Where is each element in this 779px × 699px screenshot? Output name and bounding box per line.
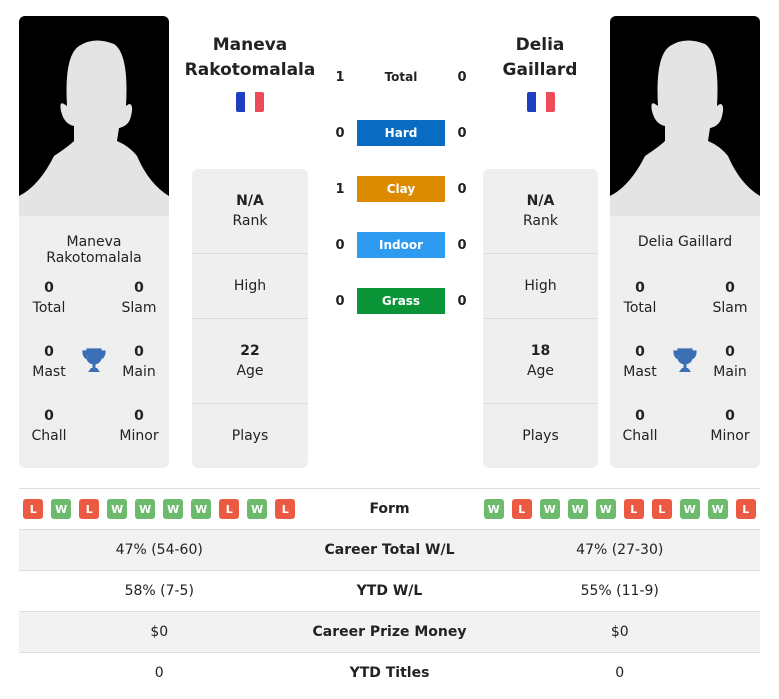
comparison-table: LWLWWWWLWL Form WLWWWLLWWL 47% (54-60) C… bbox=[19, 488, 760, 693]
player2-card: Delia Gaillard 0 Total 0 Slam 0 Mast 0 Main … bbox=[610, 216, 760, 468]
form-win-badge[interactable]: W bbox=[191, 499, 212, 519]
form-loss-badge[interactable]: L bbox=[79, 499, 100, 519]
player1-plays: Plays bbox=[231, 428, 269, 444]
player2-minor-titles: 0 Minor bbox=[710, 408, 750, 444]
player1-minor-titles: 0 Minor bbox=[119, 408, 159, 444]
form-win-badge[interactable]: W bbox=[107, 499, 128, 519]
form-loss-badge[interactable]: L bbox=[651, 499, 672, 519]
player2-ytd-wl: 55% (11-9) bbox=[580, 583, 659, 599]
form-win-badge[interactable]: W bbox=[483, 499, 504, 519]
surface-total-label: Total bbox=[384, 70, 418, 84]
player1-career-total-wl: 47% (54-60) bbox=[115, 542, 203, 558]
player1-career-prize-money: $0 bbox=[150, 624, 169, 640]
player2-card-name: Delia Gaillard bbox=[637, 234, 733, 250]
player2-chall-titles: 0 Chall bbox=[622, 408, 658, 444]
form-win-badge[interactable]: W bbox=[135, 499, 156, 519]
form-loss-badge[interactable]: L bbox=[219, 499, 240, 519]
form-loss-badge[interactable]: L bbox=[275, 499, 296, 519]
player1-info-column: N/A Rank High 22 Age Plays bbox=[192, 169, 308, 468]
h2h-surfaces: 1 Total 0 0 Hard 0 1 Clay 0 0 Indoor 0 0… bbox=[330, 64, 472, 320]
surface-hard-badge: Hard bbox=[357, 120, 445, 146]
player1-mast-titles: 0 Mast bbox=[32, 344, 66, 380]
form-loss-badge[interactable]: L bbox=[23, 499, 44, 519]
player2-high: High bbox=[483, 254, 598, 319]
ytd-titles-label: YTD Titles bbox=[349, 665, 430, 681]
form-loss-badge[interactable]: L bbox=[735, 499, 756, 519]
player2-plays: Plays bbox=[522, 428, 559, 444]
trophy-icon bbox=[673, 347, 697, 373]
player1-main-titles: 0 Main bbox=[122, 344, 156, 380]
silhouette-icon bbox=[610, 40, 760, 216]
ytd-titles-row: 0 YTD Titles 0 bbox=[19, 652, 760, 693]
player1-card-name: Maneva Rakotomalala bbox=[46, 234, 142, 266]
player1-name[interactable]: Maneva Rakotomalala bbox=[180, 33, 320, 83]
player2-career-total-wl: 47% (27-30) bbox=[576, 542, 664, 558]
surface-grass-badge: Grass bbox=[357, 288, 445, 314]
form-label: Form bbox=[369, 501, 410, 517]
player2-ytd-titles: 0 bbox=[615, 665, 625, 681]
career-prize-money-row: $0 Career Prize Money $0 bbox=[19, 611, 760, 652]
player2-info-column: N/A Rank High 18 Age Plays bbox=[483, 169, 598, 468]
player2-career-prize-money: $0 bbox=[610, 624, 629, 640]
surface-clay-badge: Clay bbox=[357, 176, 445, 202]
player2-name[interactable]: Delia Gaillard bbox=[470, 33, 610, 83]
form-win-badge[interactable]: W bbox=[247, 499, 268, 519]
silhouette-icon bbox=[19, 40, 169, 216]
form-win-badge[interactable]: W bbox=[679, 499, 700, 519]
career-total-wl-row: 47% (54-60) Career Total W/L 47% (27-30) bbox=[19, 529, 760, 570]
player1-ytd-titles: 0 bbox=[154, 665, 164, 681]
h2h-row-total: 1 Total 0 bbox=[330, 64, 472, 90]
player2-slam-titles: 0 Slam bbox=[712, 280, 748, 316]
player1-card: Maneva Rakotomalala 0 Total 0 Slam 0 Mast 0… bbox=[19, 216, 169, 468]
form-win-badge[interactable]: W bbox=[567, 499, 588, 519]
player2-mast-titles: 0 Mast bbox=[623, 344, 657, 380]
player2-form: WLWWWLLWWL bbox=[480, 499, 761, 519]
player1-photo bbox=[19, 16, 169, 216]
form-win-badge[interactable]: W bbox=[595, 499, 616, 519]
form-loss-badge[interactable]: L bbox=[511, 499, 532, 519]
h2h-row-hard: 0 Hard 0 bbox=[330, 120, 472, 146]
ytd-wl-label: YTD W/L bbox=[356, 583, 423, 599]
player1-age: 22 Age bbox=[192, 319, 308, 404]
career-total-wl-label: Career Total W/L bbox=[324, 542, 455, 558]
surface-indoor-badge: Indoor bbox=[357, 232, 445, 258]
player1-rank: N/A Rank bbox=[192, 169, 308, 254]
form-win-badge[interactable]: W bbox=[539, 499, 560, 519]
form-loss-badge[interactable]: L bbox=[623, 499, 644, 519]
player1-ytd-wl: 58% (7-5) bbox=[124, 583, 194, 599]
player1-chall-titles: 0 Chall bbox=[31, 408, 67, 444]
form-win-badge[interactable]: W bbox=[707, 499, 728, 519]
player2-main-titles: 0 Main bbox=[713, 344, 747, 380]
player1-form: LWLWWWWLWL bbox=[19, 499, 300, 519]
player1-flag-icon bbox=[236, 92, 264, 112]
career-prize-money-label: Career Prize Money bbox=[312, 624, 467, 640]
player1-slam-titles: 0 Slam bbox=[121, 280, 157, 316]
h2h-row-clay: 1 Clay 0 bbox=[330, 176, 472, 202]
h2h-row-grass: 0 Grass 0 bbox=[330, 288, 472, 314]
player1-total-titles: 0 Total bbox=[32, 280, 66, 316]
form-win-badge[interactable]: W bbox=[51, 499, 72, 519]
player2-photo bbox=[610, 16, 760, 216]
form-row: LWLWWWWLWL Form WLWWWLLWWL bbox=[19, 488, 760, 529]
ytd-wl-row: 58% (7-5) YTD W/L 55% (11-9) bbox=[19, 570, 760, 611]
player2-rank: N/A Rank bbox=[483, 169, 598, 254]
h2h-row-indoor: 0 Indoor 0 bbox=[330, 232, 472, 258]
player1-high: High bbox=[192, 254, 308, 319]
player2-flag-icon bbox=[527, 92, 555, 112]
player2-total-titles: 0 Total bbox=[623, 280, 657, 316]
player2-age: 18 Age bbox=[483, 319, 598, 404]
form-win-badge[interactable]: W bbox=[163, 499, 184, 519]
trophy-icon bbox=[82, 347, 106, 373]
